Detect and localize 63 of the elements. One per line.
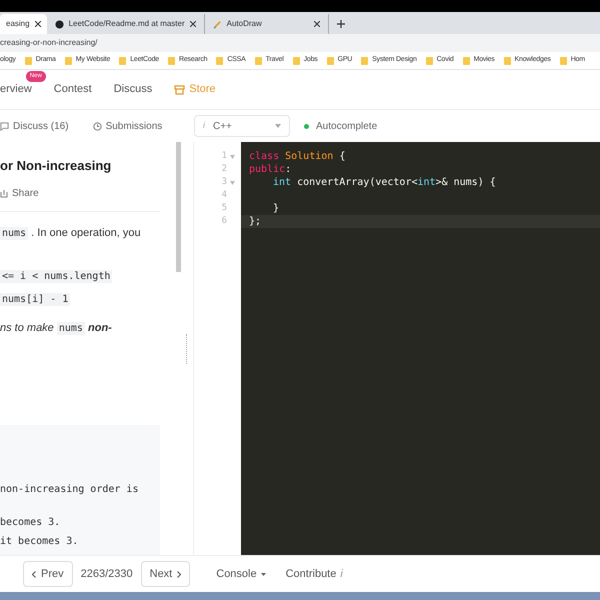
discuss-tab[interactable]: Discuss (16)	[13, 118, 69, 134]
close-icon[interactable]	[34, 21, 41, 27]
scrollbar-thumb[interactable]	[176, 142, 181, 272]
close-icon[interactable]	[190, 21, 196, 27]
console-button[interactable]: Console	[216, 566, 266, 582]
code-line: int convertArray(vector<int>& nums) {	[273, 177, 496, 188]
folder-icon	[361, 56, 368, 64]
chevron-right-icon	[177, 570, 182, 578]
line-number: 6	[222, 215, 227, 228]
example-line: becomes 3.	[0, 516, 62, 530]
caret-icon	[275, 124, 281, 128]
line-number: 1	[222, 150, 227, 163]
pen-icon	[212, 20, 222, 28]
folder-icon	[254, 56, 262, 64]
folder-icon	[216, 56, 224, 64]
share-icon	[0, 188, 8, 198]
caret-icon	[260, 572, 266, 576]
browser-tab[interactable]: easing	[0, 14, 47, 34]
language-select[interactable]: i C++	[194, 115, 290, 137]
close-icon[interactable]	[314, 21, 320, 27]
nav-link[interactable]: Contest	[54, 81, 92, 98]
code-line: }	[273, 203, 280, 214]
folder-icon	[504, 56, 511, 64]
folder-icon	[292, 56, 300, 64]
problem-counter: 2263/2330	[80, 566, 133, 582]
nav-link[interactable]: Discuss	[114, 81, 152, 98]
description-text: nums[i] - 1	[0, 292, 72, 308]
line-number: 2	[222, 163, 227, 176]
prev-button[interactable]: Prev	[23, 561, 73, 587]
code-editor[interactable]: class Solution { public: int convertArray(vector<int>& nums) { } };	[241, 142, 600, 555]
submissions-tab[interactable]: Submissions	[106, 118, 162, 134]
contribute-button[interactable]: Contribute i	[286, 566, 343, 582]
description-text: <= i < nums.length	[0, 268, 114, 284]
chevron-left-icon	[32, 570, 36, 578]
clock-icon	[92, 122, 102, 130]
nav-link[interactable]: erview	[0, 81, 32, 98]
folder-icon	[426, 56, 433, 64]
problem-title: or Non-increasing	[0, 157, 112, 175]
example-line: it becomes 3.	[0, 535, 80, 549]
folder-icon	[462, 56, 470, 64]
comment-icon	[0, 122, 9, 130]
next-button[interactable]: Next	[140, 561, 190, 587]
share-link[interactable]: Share	[12, 186, 39, 200]
github-icon	[54, 20, 64, 28]
resize-handle[interactable]	[186, 334, 188, 364]
folder-icon	[119, 56, 126, 64]
description-text: ns to make nums non-	[0, 320, 113, 336]
code-line: class Solution {	[249, 151, 346, 162]
folder-icon	[64, 56, 72, 64]
store-icon	[174, 84, 186, 94]
line-number: 3	[222, 176, 227, 189]
code-line: public:	[249, 164, 292, 175]
folder-icon	[560, 56, 567, 64]
folder-icon	[24, 56, 32, 64]
autocomplete-label[interactable]: Autocomplete	[316, 118, 378, 134]
url-text[interactable]: creasing-or-non-increasing/	[0, 37, 98, 49]
folder-icon	[326, 56, 334, 64]
line-number: 5	[222, 202, 227, 215]
line-number: 4	[222, 189, 227, 202]
new-tab-icon[interactable]	[336, 20, 345, 28]
folder-icon	[168, 56, 175, 64]
example-line: non-increasing order is	[0, 483, 140, 497]
code-line: };	[249, 216, 262, 227]
